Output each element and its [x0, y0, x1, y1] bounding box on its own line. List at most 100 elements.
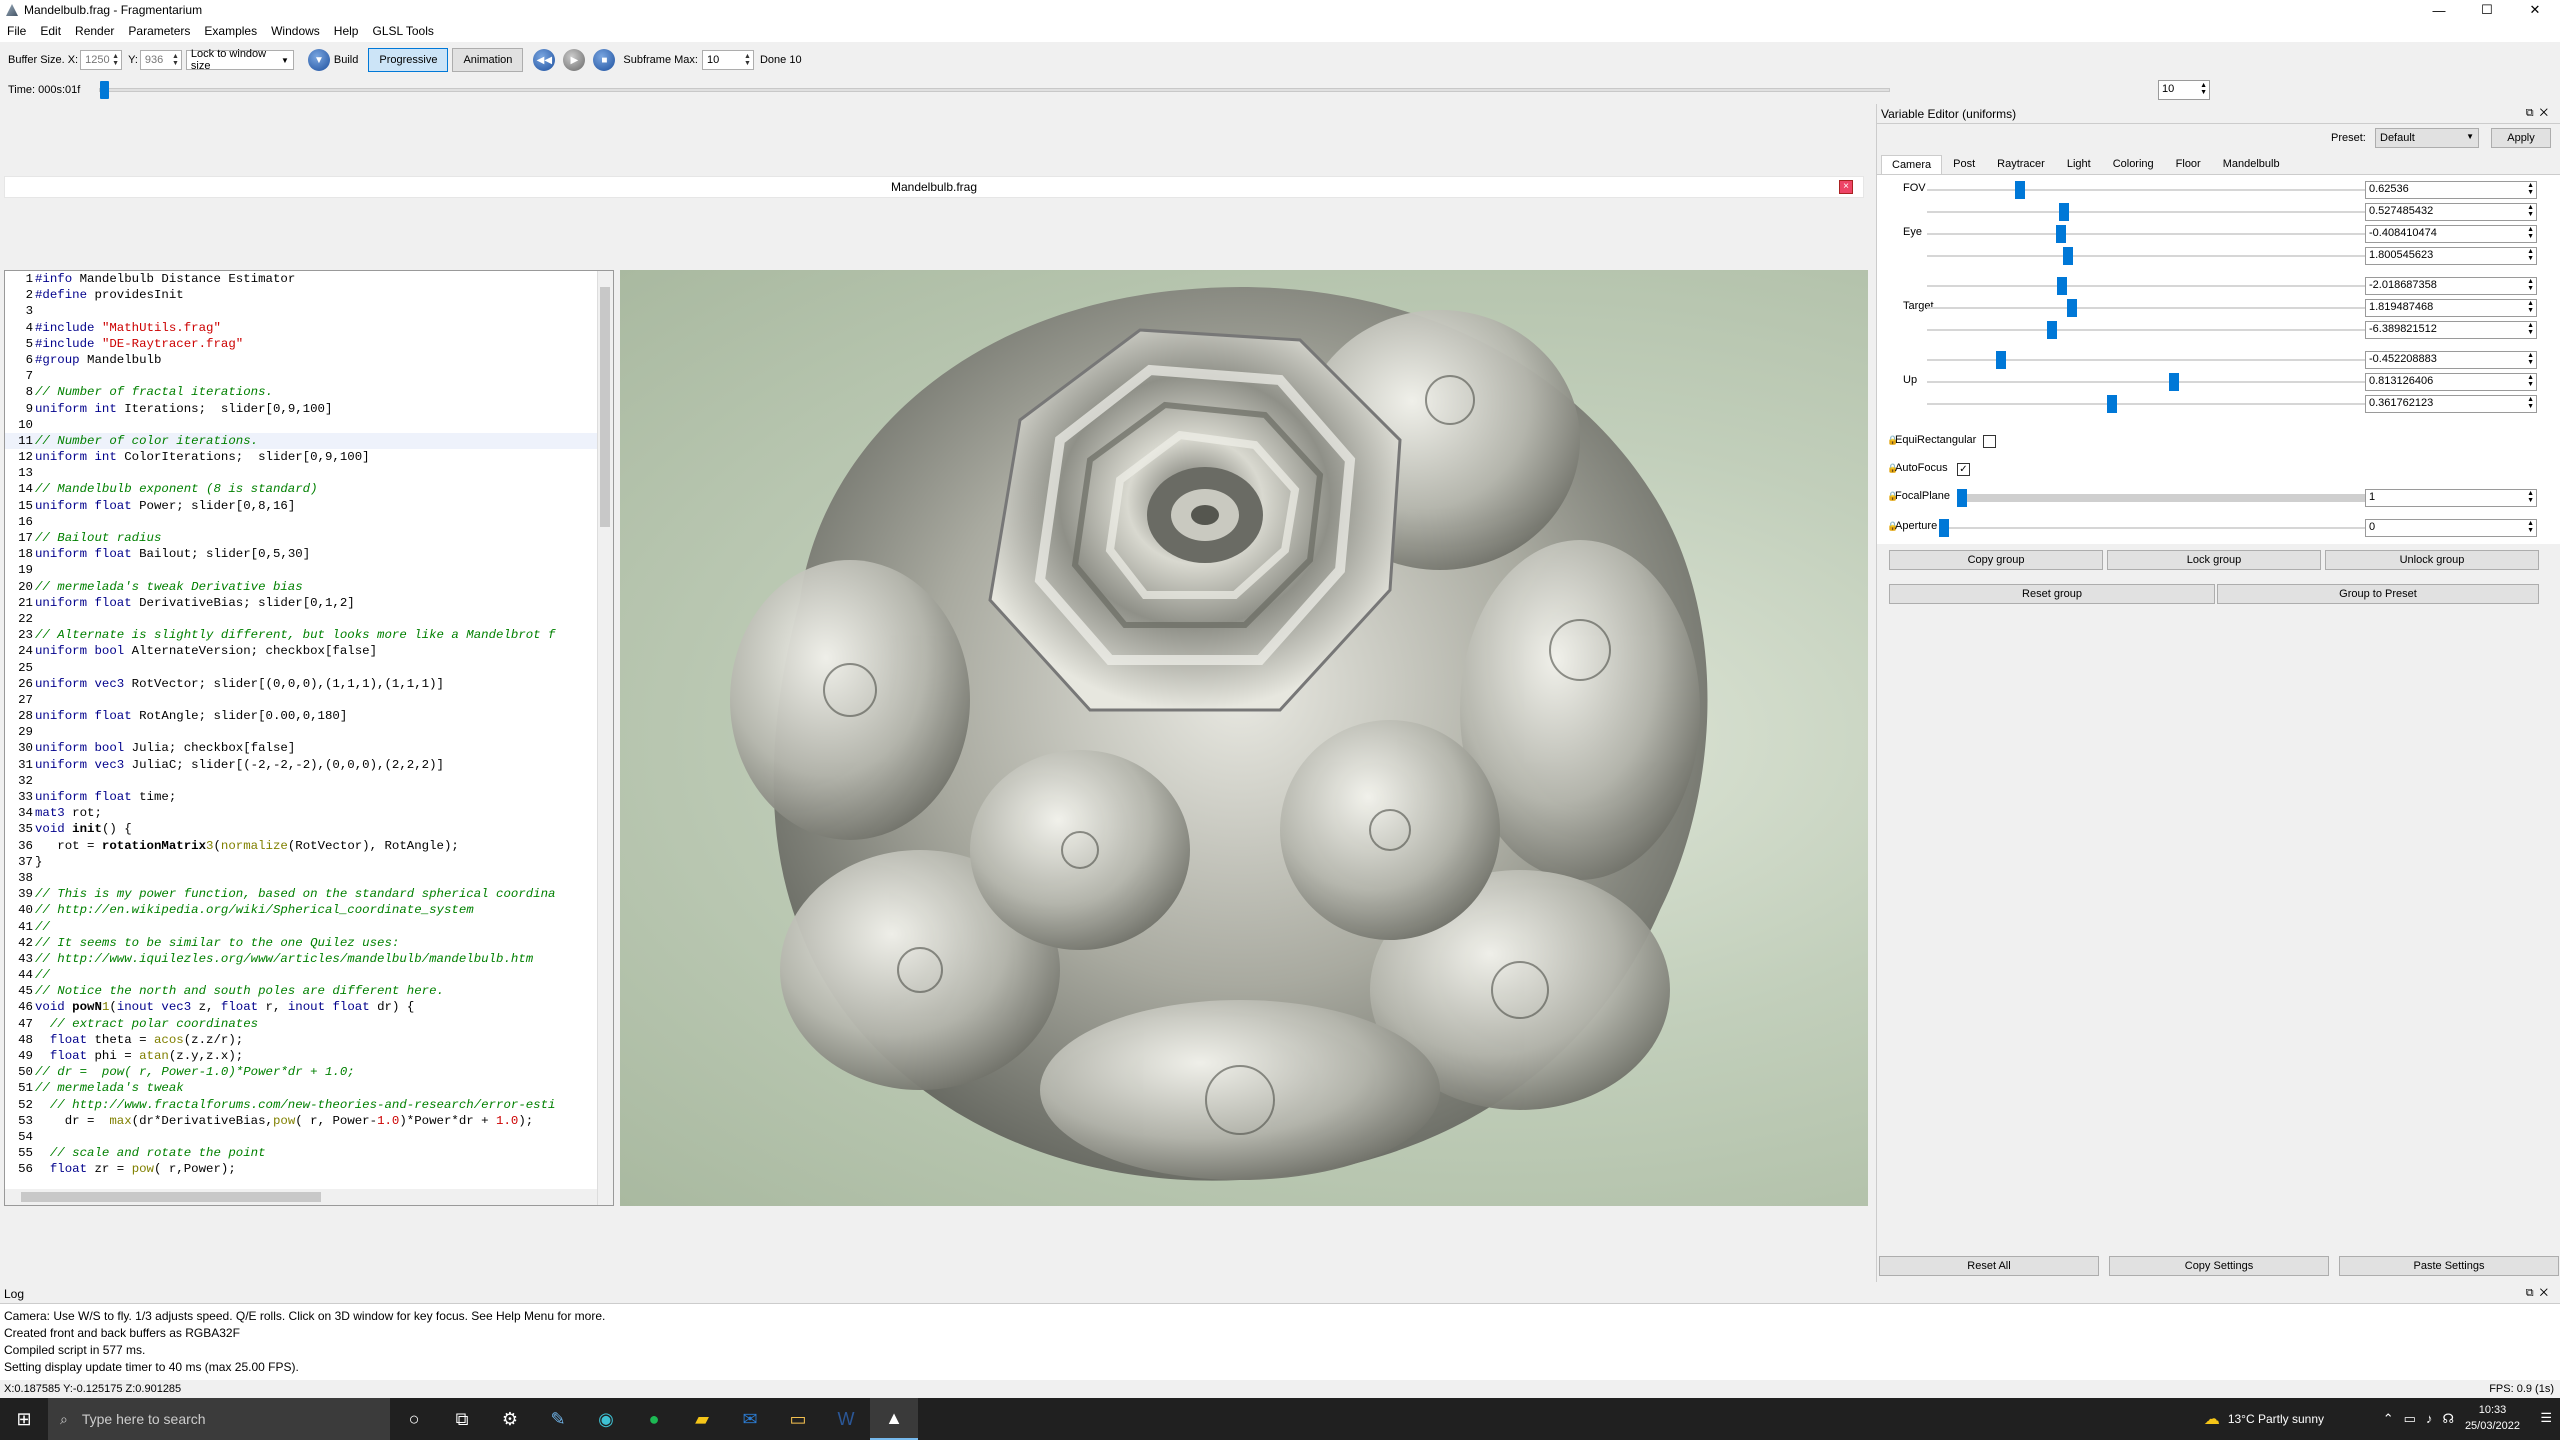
buffer-y-input[interactable]: 936 ▲ ▼	[139, 50, 182, 70]
timeline-thumb[interactable]	[100, 81, 110, 99]
copy-settings-button[interactable]: Copy Settings	[2109, 1256, 2329, 1276]
task-view-icon[interactable]: ⧉	[438, 1398, 486, 1440]
var-slider[interactable]	[1927, 247, 2377, 265]
windows-start-icon[interactable]: ⊞	[0, 1398, 48, 1440]
var-input[interactable]: 0.62536 ▲ ▼	[2365, 181, 2537, 199]
tray-icons[interactable]: ⌃▭♪☊	[2383, 1411, 2464, 1427]
buffer-x-input[interactable]: 1250 ▲ ▼	[80, 50, 123, 70]
var-slider-thumb[interactable]	[2107, 395, 2118, 413]
menu-edit[interactable]: Edit	[33, 24, 68, 38]
menu-examples[interactable]: Examples	[197, 24, 264, 38]
spinner-icon[interactable]: ▲ ▼	[2527, 204, 2534, 218]
var-input[interactable]: 0.813126406 ▲ ▼	[2365, 373, 2537, 391]
aperture-input[interactable]: 0 ▲ ▼	[2365, 519, 2537, 537]
progressive-button[interactable]: Progressive	[368, 48, 449, 72]
var-slider[interactable]	[1927, 373, 2377, 391]
play-icon[interactable]: ▶	[563, 49, 586, 71]
focalplane-slider[interactable]	[1957, 489, 2367, 507]
subframe-input[interactable]: 10 ▲ ▼	[701, 50, 754, 70]
var-slider[interactable]	[1927, 225, 2377, 243]
unlock-group-button[interactable]: Unlock group	[2325, 550, 2539, 570]
var-slider[interactable]	[1927, 203, 2377, 221]
var-slider-thumb[interactable]	[2015, 181, 2025, 199]
preset-select[interactable]: Default ▼	[2375, 128, 2479, 148]
spinner-icon[interactable]: ▲ ▼	[2527, 490, 2534, 504]
editor-tab[interactable]: Mandelbulb.frag ×	[4, 176, 1864, 198]
close-window-button[interactable]: ✕	[2512, 0, 2558, 20]
var-input[interactable]: 1.800545623 ▲ ▼	[2365, 247, 2537, 265]
autofocus-checkbox[interactable]: ✓	[1957, 463, 1970, 476]
spinner-icon[interactable]: ▲ ▼	[112, 53, 119, 67]
spinner-icon[interactable]: ▲ ▼	[2527, 520, 2534, 534]
var-slider-thumb[interactable]	[2063, 247, 2074, 265]
var-slider[interactable]	[1927, 181, 2377, 199]
menu-help[interactable]: Help	[327, 24, 366, 38]
menu-render[interactable]: Render	[68, 24, 121, 38]
build-icon[interactable]: ▼	[307, 49, 330, 71]
spinner-icon[interactable]: ▲ ▼	[2527, 374, 2534, 388]
equirect-checkbox[interactable]	[1983, 435, 1996, 448]
minimize-button[interactable]: —	[2416, 0, 2462, 20]
menu-windows[interactable]: Windows	[264, 24, 327, 38]
var-slider-thumb[interactable]	[2055, 225, 2066, 243]
spinner-icon[interactable]: ▲ ▼	[2527, 300, 2534, 314]
reset-all-button[interactable]: Reset All	[1879, 1256, 2099, 1276]
var-input[interactable]: -6.389821512 ▲ ▼	[2365, 321, 2537, 339]
apply-button[interactable]: Apply	[2491, 128, 2551, 148]
spinner-icon[interactable]: ▲ ▼	[2527, 182, 2534, 196]
var-input[interactable]: -0.452208883 ▲ ▼	[2365, 351, 2537, 369]
var-slider-thumb[interactable]	[2056, 277, 2067, 295]
scroll-thumb[interactable]	[600, 287, 610, 527]
spinner-icon[interactable]: ▲ ▼	[2527, 396, 2534, 410]
scroll-thumb[interactable]	[21, 1192, 321, 1202]
cortana-icon[interactable]: ○	[390, 1398, 438, 1440]
weather-widget[interactable]: ☁ 13°C Partly sunny	[2204, 1409, 2324, 1429]
tab-raytracer[interactable]: Raytracer	[1986, 154, 2056, 174]
render-viewport[interactable]	[620, 270, 1868, 1206]
menu-file[interactable]: File	[0, 24, 33, 38]
tab-coloring[interactable]: Coloring	[2102, 154, 2165, 174]
spinner-icon[interactable]: ▲ ▼	[2527, 278, 2534, 292]
var-slider-thumb[interactable]	[2169, 373, 2179, 391]
var-slider[interactable]	[1927, 351, 2377, 369]
taskbar-search[interactable]: ⌕ Type here to search	[48, 1398, 390, 1440]
clock[interactable]: 10:33 25/03/2022	[2465, 1402, 2520, 1434]
notifications-icon[interactable]: ☰	[2540, 1410, 2552, 1426]
var-slider-thumb[interactable]	[1996, 351, 2007, 369]
var-input[interactable]: 1.819487468 ▲ ▼	[2365, 299, 2537, 317]
stop-icon[interactable]: ■	[593, 49, 616, 71]
tab-post[interactable]: Post	[1942, 154, 1986, 174]
spinner-icon[interactable]: ▲ ▼	[2200, 82, 2207, 96]
paste-settings-button[interactable]: Paste Settings	[2339, 1256, 2559, 1276]
var-input[interactable]: 0.361762123 ▲ ▼	[2365, 395, 2537, 413]
copy-group-button[interactable]: Copy group	[1889, 550, 2103, 570]
animation-button[interactable]: Animation	[452, 48, 524, 72]
var-input[interactable]: -0.408410474 ▲ ▼	[2365, 225, 2537, 243]
timeline-end-input[interactable]: 10 ▲ ▼	[2158, 80, 2210, 100]
var-input[interactable]: -2.018687358 ▲ ▼	[2365, 277, 2537, 295]
lock-group-button[interactable]: Lock group	[2107, 550, 2321, 570]
aperture-thumb[interactable]	[1939, 519, 1949, 537]
var-slider[interactable]	[1927, 395, 2377, 413]
horizontal-scrollbar[interactable]	[5, 1189, 597, 1205]
maximize-button[interactable]: ☐	[2464, 0, 2510, 20]
dock-buttons[interactable]: ⧉✕	[2526, 107, 2554, 120]
log-body[interactable]: Camera: Use W/S to fly. 1/3 adjusts spee…	[0, 1304, 2560, 1380]
outlook-icon[interactable]: ✉	[726, 1398, 774, 1440]
timeline-slider[interactable]	[99, 81, 1890, 99]
tab-floor[interactable]: Floor	[2165, 154, 2212, 174]
focalplane-thumb[interactable]	[1957, 489, 1967, 507]
file-explorer-icon[interactable]: ▭	[774, 1398, 822, 1440]
settings-gear-icon[interactable]: ⚙	[486, 1398, 534, 1440]
edge-browser-icon[interactable]: ◉	[582, 1398, 630, 1440]
sticky-notes-icon[interactable]: ▰	[678, 1398, 726, 1440]
lock-mode-select[interactable]: Lock to window size ▼	[185, 48, 294, 72]
spinner-icon[interactable]: ▲ ▼	[2527, 322, 2534, 336]
feather-app-icon[interactable]: ✎	[534, 1398, 582, 1440]
code-editor[interactable]: 1 #info Mandelbulb Distance Estimator 2 #de…	[4, 270, 614, 1206]
spinner-icon[interactable]: ▲ ▼	[744, 53, 751, 67]
tab-light[interactable]: Light	[2056, 154, 2102, 174]
var-slider[interactable]	[1927, 321, 2377, 339]
rewind-icon[interactable]: ◀◀	[533, 49, 556, 71]
focalplane-input[interactable]: 1 ▲ ▼	[2365, 489, 2537, 507]
